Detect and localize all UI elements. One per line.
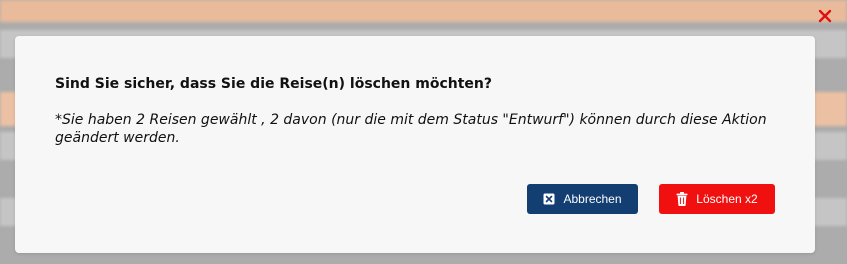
delete-button-label: Löschen x2	[696, 192, 758, 206]
cancel-button-label: Abbrechen	[563, 192, 622, 206]
trash-icon	[676, 192, 688, 206]
cancel-button[interactable]: Abbrechen	[527, 184, 638, 214]
page: Sind Sie sicher, dass Sie die Reise(n) l…	[0, 0, 847, 264]
close-icon[interactable]	[816, 7, 834, 25]
cancel-square-icon	[543, 193, 555, 205]
delete-button[interactable]: Löschen x2	[659, 184, 775, 214]
dialog-note: *Sie haben 2 Reisen gewählt , 2 davon (n…	[55, 112, 767, 146]
confirm-delete-dialog: Sind Sie sicher, dass Sie die Reise(n) l…	[15, 36, 815, 253]
dialog-question: Sind Sie sicher, dass Sie die Reise(n) l…	[55, 76, 493, 92]
